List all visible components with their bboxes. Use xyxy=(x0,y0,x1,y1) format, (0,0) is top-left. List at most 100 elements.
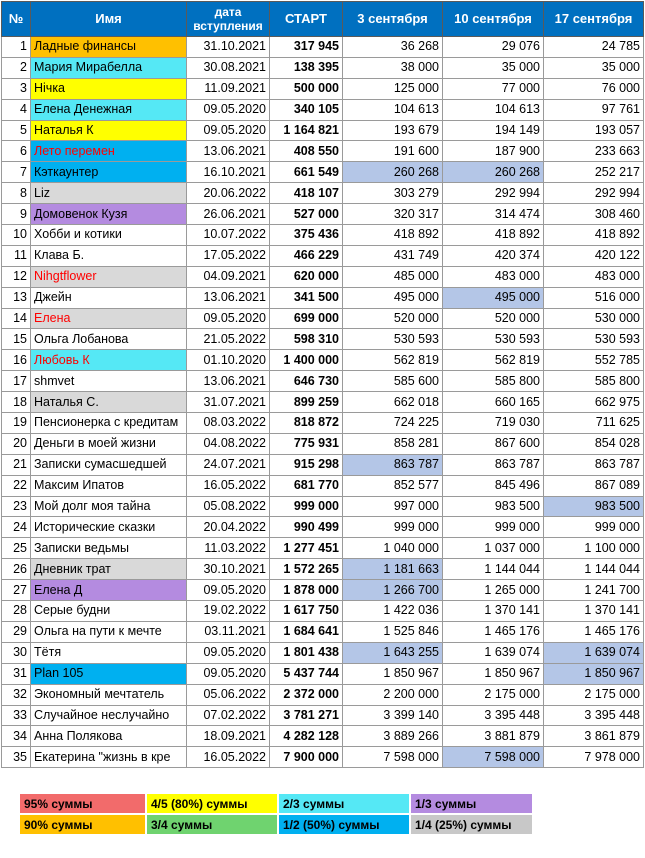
start-amount-cell[interactable]: 341 500 xyxy=(269,286,343,309)
amount-sep-17-cell[interactable]: 252 217 xyxy=(543,161,644,184)
header-sep-3[interactable]: 3 сентября xyxy=(342,1,443,37)
start-amount-cell[interactable]: 527 000 xyxy=(269,203,343,226)
row-number-cell[interactable]: 4 xyxy=(1,98,31,121)
amount-sep-3-cell[interactable]: 7 598 000 xyxy=(342,746,443,769)
amount-sep-3-cell[interactable]: 1 181 663 xyxy=(342,558,443,581)
joined-date-cell[interactable]: 03.11.2021 xyxy=(186,620,270,643)
amount-sep-3-cell[interactable]: 997 000 xyxy=(342,495,443,518)
amount-sep-3-cell[interactable]: 2 200 000 xyxy=(342,683,443,706)
amount-sep-10-cell[interactable]: 1 850 967 xyxy=(442,662,544,685)
amount-sep-10-cell[interactable]: 418 892 xyxy=(442,224,544,246)
participant-name-cell[interactable]: Елена Д xyxy=(30,579,187,602)
start-amount-cell[interactable]: 1 400 000 xyxy=(269,349,343,372)
amount-sep-17-cell[interactable]: 233 663 xyxy=(543,140,644,163)
start-amount-cell[interactable]: 681 770 xyxy=(269,474,343,497)
start-amount-cell[interactable]: 1 277 451 xyxy=(269,537,343,560)
row-number-cell[interactable]: 2 xyxy=(1,56,31,79)
amount-sep-3-cell[interactable]: 260 268 xyxy=(342,161,443,184)
amount-sep-17-cell[interactable]: 420 122 xyxy=(543,244,644,267)
joined-date-cell[interactable]: 19.02.2022 xyxy=(186,600,270,622)
participant-name-cell[interactable]: Лето перемен xyxy=(30,140,187,163)
joined-date-cell[interactable]: 13.06.2021 xyxy=(186,370,270,393)
amount-sep-17-cell[interactable]: 292 994 xyxy=(543,182,644,205)
amount-sep-3-cell[interactable]: 662 018 xyxy=(342,391,443,414)
start-amount-cell[interactable]: 2 372 000 xyxy=(269,683,343,706)
amount-sep-17-cell[interactable]: 711 625 xyxy=(543,412,644,434)
row-number-cell[interactable]: 29 xyxy=(1,620,31,643)
start-amount-cell[interactable]: 1 572 265 xyxy=(269,558,343,581)
header-sep-17[interactable]: 17 сентября xyxy=(543,1,644,37)
joined-date-cell[interactable]: 11.09.2021 xyxy=(186,77,270,100)
participant-name-cell[interactable]: Дневник трат xyxy=(30,558,187,581)
start-amount-cell[interactable]: 418 107 xyxy=(269,182,343,205)
amount-sep-3-cell[interactable]: 418 892 xyxy=(342,224,443,246)
amount-sep-17-cell[interactable]: 867 089 xyxy=(543,474,644,497)
start-amount-cell[interactable]: 138 395 xyxy=(269,56,343,79)
joined-date-cell[interactable]: 04.08.2022 xyxy=(186,432,270,455)
joined-date-cell[interactable]: 13.06.2021 xyxy=(186,140,270,163)
start-amount-cell[interactable]: 1 801 438 xyxy=(269,641,343,664)
amount-sep-10-cell[interactable]: 77 000 xyxy=(442,77,544,100)
joined-date-cell[interactable]: 24.07.2021 xyxy=(186,453,270,476)
joined-date-cell[interactable]: 05.08.2022 xyxy=(186,495,270,518)
amount-sep-17-cell[interactable]: 552 785 xyxy=(543,349,644,372)
joined-date-cell[interactable]: 31.10.2021 xyxy=(186,36,270,58)
participant-name-cell[interactable]: Клава Б. xyxy=(30,244,187,267)
amount-sep-10-cell[interactable]: 660 165 xyxy=(442,391,544,414)
joined-date-cell[interactable]: 16.10.2021 xyxy=(186,161,270,184)
participant-name-cell[interactable]: Максим Ипатов xyxy=(30,474,187,497)
amount-sep-3-cell[interactable]: 303 279 xyxy=(342,182,443,205)
joined-date-cell[interactable]: 17.05.2022 xyxy=(186,244,270,267)
amount-sep-10-cell[interactable]: 314 474 xyxy=(442,203,544,226)
amount-sep-17-cell[interactable]: 530 593 xyxy=(543,328,644,351)
start-amount-cell[interactable]: 3 781 271 xyxy=(269,704,343,727)
row-number-cell[interactable]: 9 xyxy=(1,203,31,226)
row-number-cell[interactable]: 31 xyxy=(1,662,31,685)
row-number-cell[interactable]: 35 xyxy=(1,746,31,769)
amount-sep-10-cell[interactable]: 562 819 xyxy=(442,349,544,372)
row-number-cell[interactable]: 12 xyxy=(1,265,31,288)
row-number-cell[interactable]: 32 xyxy=(1,683,31,706)
amount-sep-3-cell[interactable]: 320 317 xyxy=(342,203,443,226)
amount-sep-10-cell[interactable]: 483 000 xyxy=(442,265,544,288)
amount-sep-3-cell[interactable]: 193 679 xyxy=(342,119,443,142)
amount-sep-17-cell[interactable]: 3 861 879 xyxy=(543,725,644,748)
participant-name-cell[interactable]: Ольга на пути к мечте xyxy=(30,620,187,643)
participant-name-cell[interactable]: Записки ведьмы xyxy=(30,537,187,560)
header-sep-10[interactable]: 10 сентября xyxy=(442,1,544,37)
amount-sep-17-cell[interactable]: 97 761 xyxy=(543,98,644,121)
amount-sep-17-cell[interactable]: 3 395 448 xyxy=(543,704,644,727)
joined-date-cell[interactable]: 08.03.2022 xyxy=(186,412,270,434)
start-amount-cell[interactable]: 598 310 xyxy=(269,328,343,351)
joined-date-cell[interactable]: 21.05.2022 xyxy=(186,328,270,351)
row-number-cell[interactable]: 11 xyxy=(1,244,31,267)
start-amount-cell[interactable]: 5 437 744 xyxy=(269,662,343,685)
joined-date-cell[interactable]: 09.05.2020 xyxy=(186,579,270,602)
header-name[interactable]: Имя xyxy=(30,1,187,37)
amount-sep-17-cell[interactable]: 863 787 xyxy=(543,453,644,476)
amount-sep-10-cell[interactable]: 520 000 xyxy=(442,307,544,330)
joined-date-cell[interactable]: 30.08.2021 xyxy=(186,56,270,79)
row-number-cell[interactable]: 14 xyxy=(1,307,31,330)
participant-name-cell[interactable]: Ольга Лобанова xyxy=(30,328,187,351)
amount-sep-17-cell[interactable]: 1 639 074 xyxy=(543,641,644,664)
amount-sep-10-cell[interactable]: 35 000 xyxy=(442,56,544,79)
amount-sep-10-cell[interactable]: 1 265 000 xyxy=(442,579,544,602)
start-amount-cell[interactable]: 7 900 000 xyxy=(269,746,343,769)
amount-sep-10-cell[interactable]: 530 593 xyxy=(442,328,544,351)
participant-name-cell[interactable]: Ладные финансы xyxy=(30,36,187,58)
start-amount-cell[interactable]: 646 730 xyxy=(269,370,343,393)
amount-sep-17-cell[interactable]: 483 000 xyxy=(543,265,644,288)
row-number-cell[interactable]: 15 xyxy=(1,328,31,351)
row-number-cell[interactable]: 13 xyxy=(1,286,31,309)
start-amount-cell[interactable]: 1 617 750 xyxy=(269,600,343,622)
participant-name-cell[interactable]: Наталья С. xyxy=(30,391,187,414)
header-joined-date[interactable]: дата вступления xyxy=(186,1,270,37)
participant-name-cell[interactable]: Нічка xyxy=(30,77,187,100)
amount-sep-3-cell[interactable]: 1 422 036 xyxy=(342,600,443,622)
row-number-cell[interactable]: 28 xyxy=(1,600,31,622)
amount-sep-3-cell[interactable]: 585 600 xyxy=(342,370,443,393)
header-start[interactable]: СТАРТ xyxy=(269,1,343,37)
start-amount-cell[interactable]: 818 872 xyxy=(269,412,343,434)
participant-name-cell[interactable]: shmvet xyxy=(30,370,187,393)
